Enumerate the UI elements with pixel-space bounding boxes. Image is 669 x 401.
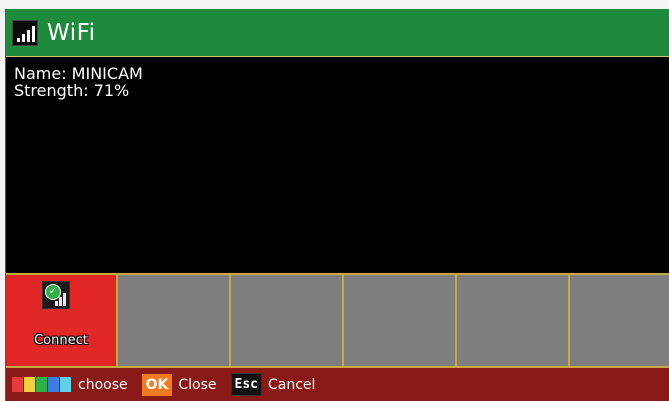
softkey-5[interactable] [457,275,570,366]
softkey-bar: ✓ Connect [6,273,669,368]
window-title: WiFi [47,19,96,46]
color-key-swatch-3 [36,377,47,392]
connect-button-label: Connect [34,333,88,348]
softkey-6[interactable] [570,275,669,366]
check-icon: ✓ [45,284,61,300]
color-keys-icon [12,377,72,392]
color-key-swatch-5 [60,377,71,392]
wifi-signal-icon [12,19,38,46]
cancel-hint: Cancel [267,376,316,393]
ok-key-icon[interactable]: OK [141,373,173,396]
choose-hint: choose [78,376,128,393]
wifi-screen: WiFi Name: MINICAM Strength: 71% ✓ Conne… [5,9,669,401]
status-bar: choose OK Close Esc Cancel [6,368,669,401]
close-hint: Close [178,376,217,393]
title-bar: WiFi [6,9,669,57]
softkey-2[interactable] [118,275,231,366]
esc-key-icon[interactable]: Esc [230,373,262,396]
connect-button[interactable]: ✓ Connect [6,275,118,366]
network-name: Name: MINICAM [14,64,143,83]
softkey-4[interactable] [344,275,457,366]
network-info: Name: MINICAM Strength: 71% [14,65,143,99]
color-key-swatch-4 [48,377,59,392]
wifi-connect-icon: ✓ [42,281,70,309]
softkey-3[interactable] [231,275,344,366]
color-key-swatch-2 [24,377,35,392]
color-key-swatch-1 [12,377,23,392]
signal-strength: Strength: 71% [14,81,130,100]
